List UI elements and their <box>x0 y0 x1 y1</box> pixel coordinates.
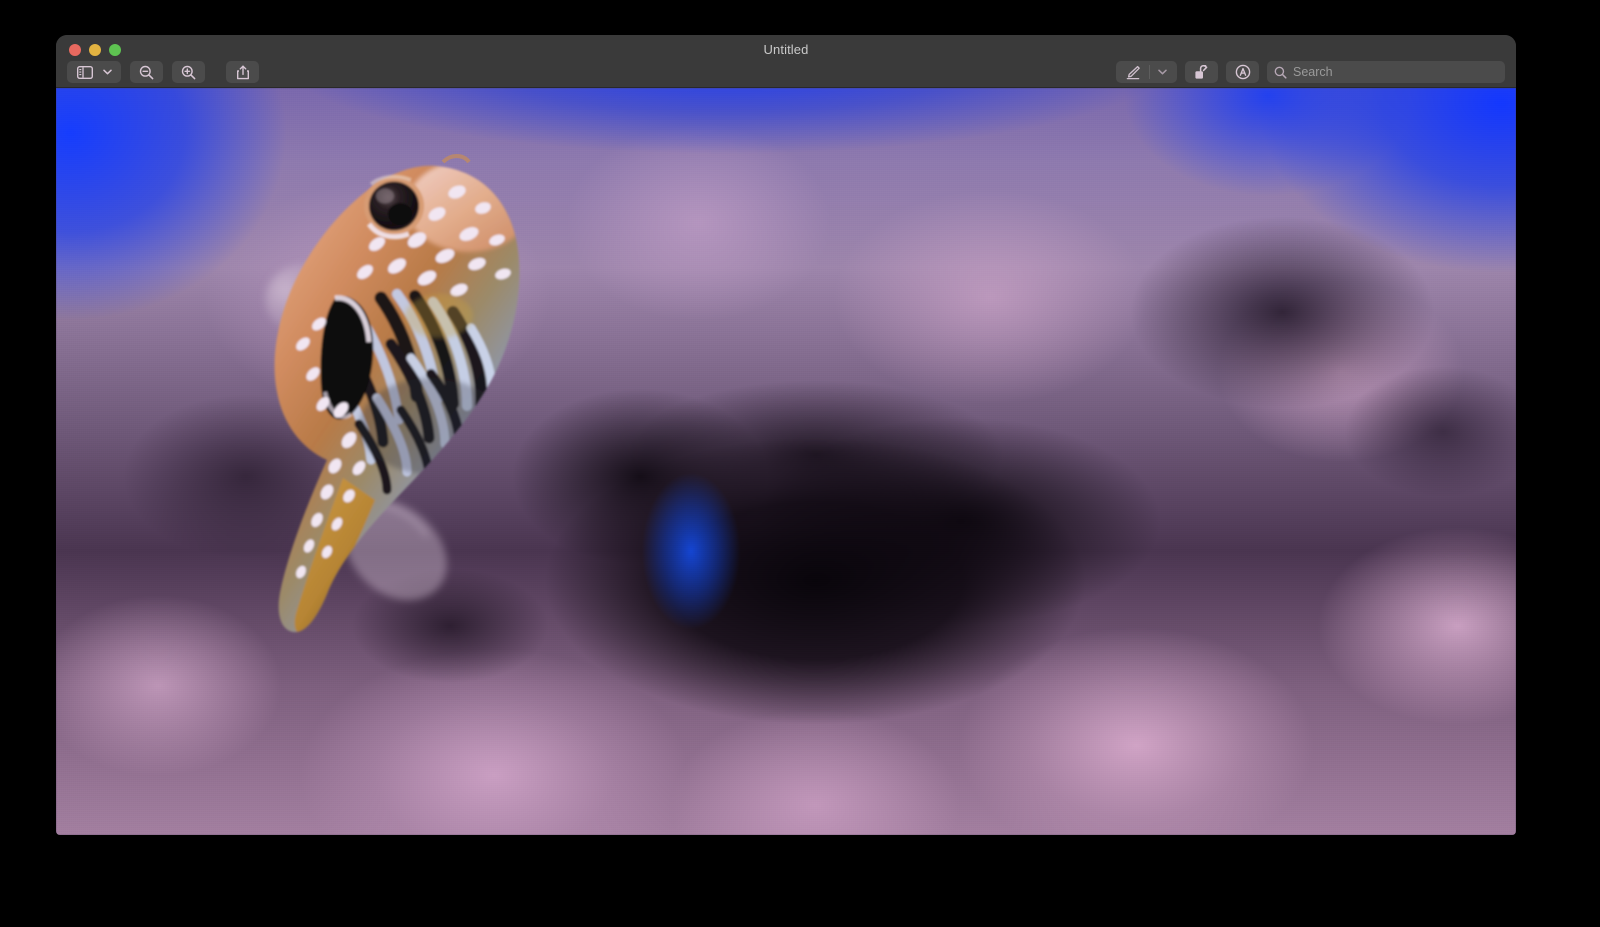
search-input[interactable]: Search <box>1267 61 1505 83</box>
toolbar-right: Search <box>1116 61 1505 83</box>
zoom-in-icon <box>181 65 196 80</box>
minimize-button[interactable] <box>89 44 101 56</box>
sidebar-view-button[interactable] <box>67 61 121 83</box>
zoom-out-button[interactable] <box>130 61 163 83</box>
markup-pen-icon <box>1118 61 1149 83</box>
search-placeholder: Search <box>1293 66 1333 79</box>
close-button[interactable] <box>69 44 81 56</box>
chevron-down-icon[interactable] <box>101 61 119 83</box>
toolbar-left <box>67 61 259 83</box>
window-titlebar: Untitled <box>56 35 1516 88</box>
window-title: Untitled <box>56 42 1516 57</box>
traffic-light-controls <box>69 44 121 56</box>
share-icon <box>236 65 250 80</box>
signature-circle-icon <box>1235 64 1251 80</box>
chevron-down-icon[interactable] <box>1150 61 1175 83</box>
image-canvas[interactable] <box>56 88 1516 835</box>
rotate-left-icon <box>1194 65 1210 80</box>
maximize-button[interactable] <box>109 44 121 56</box>
markup-button[interactable] <box>1116 61 1177 83</box>
share-button[interactable] <box>226 61 259 83</box>
sidebar-icon <box>69 61 101 83</box>
preview-window: Untitled <box>56 35 1516 835</box>
zoom-in-button[interactable] <box>172 61 205 83</box>
zoom-out-icon <box>139 65 154 80</box>
search-icon <box>1274 66 1287 79</box>
pufferfish-photo <box>56 88 1516 835</box>
rotate-button[interactable] <box>1185 61 1218 83</box>
annotate-button[interactable] <box>1226 61 1259 83</box>
